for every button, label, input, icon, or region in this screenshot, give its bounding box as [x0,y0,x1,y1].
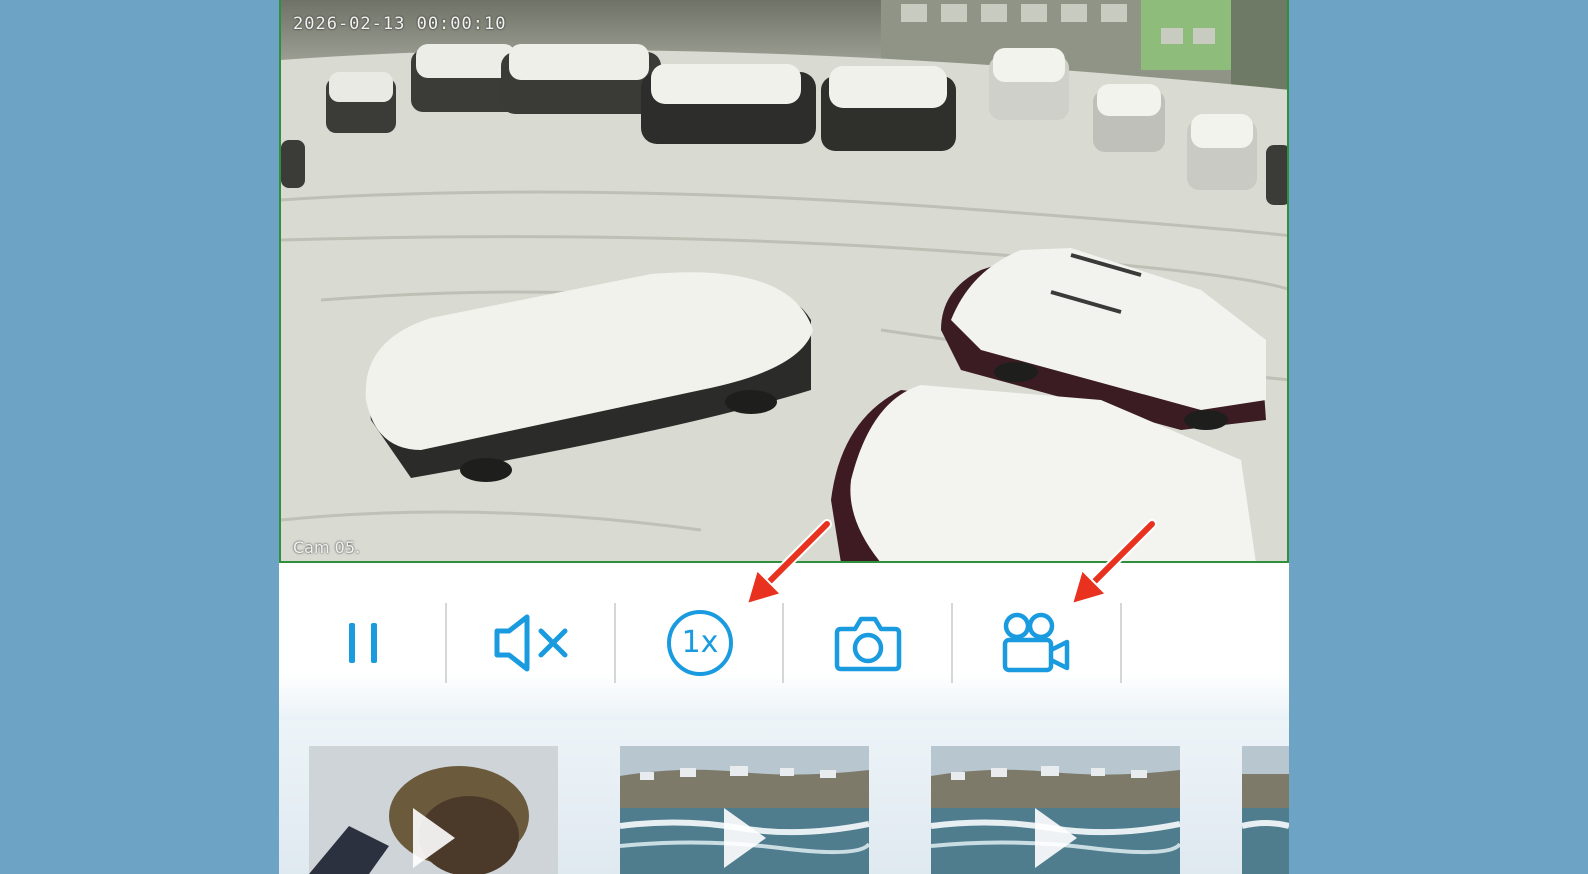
play-icon [412,808,455,868]
annotation-arrow-speed [745,519,832,606]
annotation-arrow-record [1070,519,1157,606]
mute-icon [494,614,568,672]
play-icon [1034,808,1077,868]
speed-icon: 1x [666,609,734,677]
camera-name-label: Cam 05. [293,538,361,557]
video-timestamp: 2026-02-13 00:00:10 [293,14,507,34]
app-screen: 2026-02-13 00:00:10 Cam 05. 1x [279,0,1289,874]
speed-label: 1x [681,625,719,660]
mute-button[interactable] [447,603,615,683]
thumbnail-strip [279,720,1289,874]
camera-video-feed[interactable]: 2026-02-13 00:00:10 Cam 05. [279,0,1289,563]
video-camera-icon [1002,612,1070,673]
play-icon [723,808,766,868]
thumbnail-2[interactable] [620,746,869,874]
coast-thumbnail-image [1242,746,1289,874]
thumbnail-4[interactable] [1242,746,1289,874]
pause-button[interactable] [279,603,447,683]
thumbnail-1[interactable] [309,746,558,874]
pause-icon [349,623,377,663]
camera-icon [834,616,902,672]
snow-parking-scene [281,0,1287,561]
thumbnail-3[interactable] [931,746,1180,874]
